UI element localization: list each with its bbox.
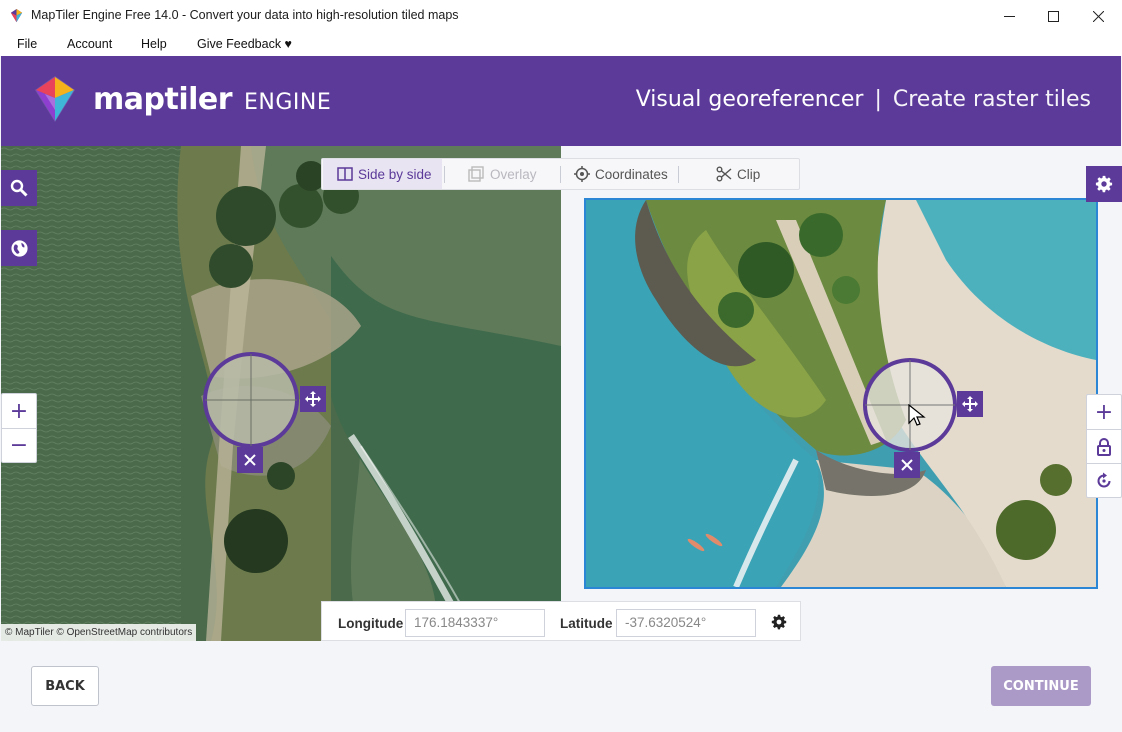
- move-icon: [305, 391, 321, 407]
- zoom-out-button[interactable]: −: [2, 428, 36, 462]
- title-bar: MapTiler Engine Free 14.0 - Convert your…: [0, 0, 1122, 32]
- image-settings-button[interactable]: [1086, 166, 1122, 202]
- mode-overlay-label: Overlay: [490, 166, 537, 182]
- mode-side-by-side[interactable]: Side by side: [323, 159, 442, 189]
- latitude-label: Latitude: [560, 616, 613, 631]
- menu-file[interactable]: File: [17, 37, 37, 51]
- coordinates-bar: Longitude 176.1843337° Latitude -37.6320…: [321, 601, 801, 641]
- mode-clip-label: Clip: [737, 166, 761, 182]
- base-map-button[interactable]: [1, 230, 37, 266]
- menu-account[interactable]: Account: [67, 37, 112, 51]
- lock-button[interactable]: [1087, 429, 1121, 463]
- move-icon: [962, 396, 978, 412]
- mode-coordinates-label: Coordinates: [595, 166, 668, 182]
- app-header: maptiler ENGINE Visual georeferencer | Cr…: [1, 56, 1121, 146]
- minimize-button[interactable]: [986, 0, 1032, 32]
- page-title-sub: Create raster tiles: [892, 87, 1091, 112]
- page-title-separator: |: [874, 87, 882, 112]
- search-location-button[interactable]: [1, 170, 37, 206]
- toolbar-divider: [560, 166, 561, 183]
- gear-icon: [1095, 175, 1113, 193]
- longitude-input[interactable]: 176.1843337°: [405, 609, 545, 637]
- gear-icon[interactable]: [771, 614, 787, 630]
- source-image[interactable]: [584, 198, 1098, 589]
- logo-word: maptiler: [93, 82, 233, 117]
- scissors-icon: [716, 166, 732, 182]
- toolbar-divider: [444, 166, 445, 183]
- move-point-button-source[interactable]: [957, 391, 983, 417]
- menu-bar: File Account Help Give Feedback ♥: [0, 32, 1122, 56]
- mode-side-by-side-label: Side by side: [358, 166, 432, 182]
- remove-point-button-source[interactable]: [894, 452, 920, 478]
- view-mode-toolbar: Side by side Overlay Coordinates Clip: [321, 158, 800, 190]
- mode-coordinates[interactable]: Coordinates: [574, 159, 668, 189]
- zoom-in-button[interactable]: +: [2, 394, 36, 428]
- close-icon: [901, 459, 913, 471]
- remove-point-button[interactable]: [237, 447, 263, 473]
- close-window-button[interactable]: [1075, 0, 1121, 32]
- minimize-icon: [1003, 15, 1015, 17]
- window-title: MapTiler Engine Free 14.0 - Convert your…: [31, 8, 459, 22]
- reference-map[interactable]: + −: [1, 146, 561, 641]
- right-image-controls: +: [1086, 394, 1122, 498]
- aerial-photo: [586, 200, 1096, 587]
- back-button[interactable]: BACK: [31, 666, 99, 706]
- close-icon: [244, 454, 256, 466]
- rotate-icon: [1097, 472, 1111, 487]
- mode-overlay[interactable]: Overlay: [468, 159, 537, 189]
- continue-button[interactable]: CONTINUE: [991, 666, 1091, 706]
- search-icon: [10, 179, 28, 197]
- control-point-marker[interactable]: [201, 350, 301, 450]
- toolbar-divider: [678, 166, 679, 183]
- maptiler-app-icon: [10, 8, 23, 23]
- globe-icon: [10, 239, 28, 257]
- mode-clip[interactable]: Clip: [716, 159, 760, 189]
- page-title: Visual georeferencer | Create raster til…: [636, 87, 1091, 112]
- crosshair-icon: [574, 166, 590, 182]
- close-icon: [1092, 10, 1104, 22]
- map-attribution[interactable]: © MapTiler © OpenStreetMap contributors: [1, 624, 197, 641]
- menu-help[interactable]: Help: [141, 37, 167, 51]
- logo-text: maptiler ENGINE: [93, 82, 331, 117]
- mouse-cursor-icon: [908, 404, 926, 426]
- maximize-icon: [1047, 10, 1059, 22]
- side-by-side-icon: [337, 167, 353, 181]
- lock-icon: [1097, 437, 1111, 456]
- longitude-label: Longitude: [338, 616, 404, 631]
- maximize-button[interactable]: [1030, 0, 1076, 32]
- page-title-main: Visual georeferencer: [635, 87, 864, 112]
- latitude-input[interactable]: -37.6320524°: [616, 609, 756, 637]
- logo-product: ENGINE: [244, 90, 332, 115]
- menu-give-feedback[interactable]: Give Feedback ♥: [197, 37, 292, 51]
- maptiler-logo-icon: [35, 76, 75, 122]
- left-zoom-controls: + −: [1, 393, 37, 463]
- zoom-in-button-source[interactable]: +: [1087, 395, 1121, 429]
- rotate-button[interactable]: [1087, 463, 1121, 497]
- move-point-button[interactable]: [300, 386, 326, 412]
- overlay-icon: [468, 166, 484, 182]
